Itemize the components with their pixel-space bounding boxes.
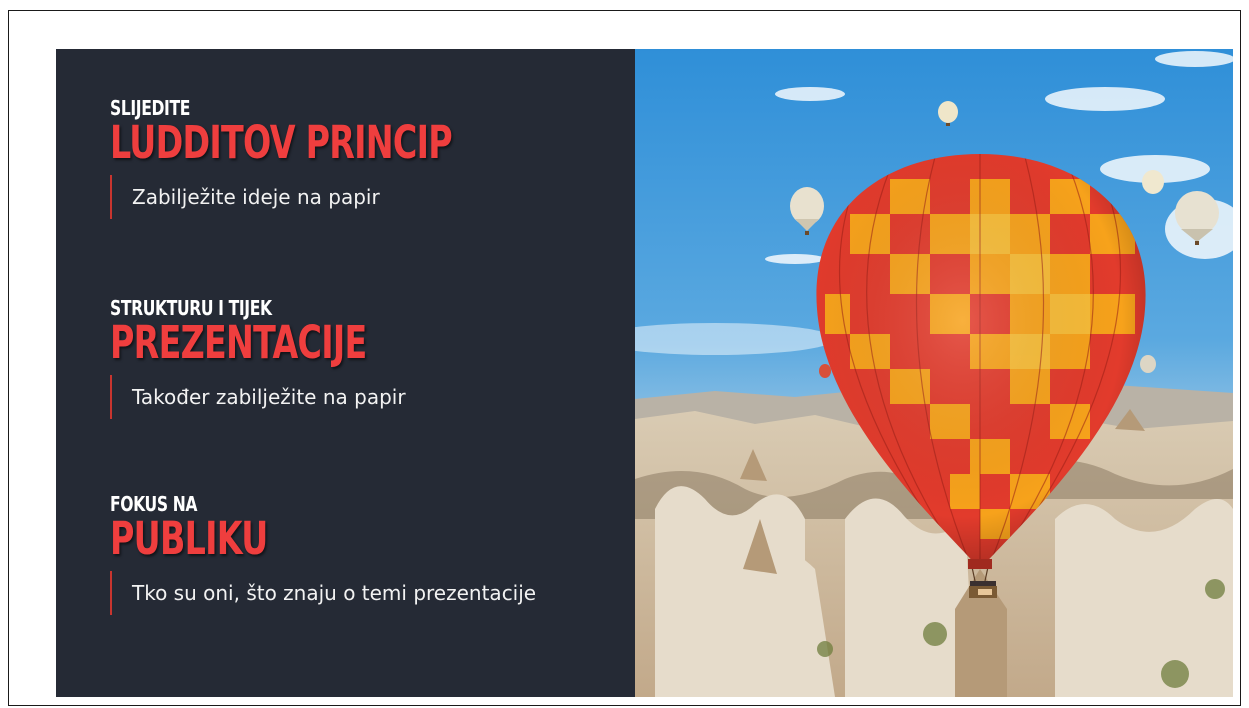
slide: SLIJEDITE LUDDITOV PRINCIP Zabilježite i… xyxy=(56,49,1233,697)
balloon-photo xyxy=(635,49,1233,697)
section-note: Zabilježite ideje na papir xyxy=(110,175,572,219)
section-note-text: Zabilježite ideje na papir xyxy=(132,185,380,209)
section-audience: FOKUS NA PUBLIKU Tko su oni, što znaju o… xyxy=(110,493,536,615)
accent-bar xyxy=(110,375,112,419)
section-note-text: Tko su oni, što znaju o temi prezentacij… xyxy=(132,581,537,605)
section-structure: STRUKTURU I TIJEK PREZENTACIJE Također z… xyxy=(110,297,457,419)
text-panel: SLIJEDITE LUDDITOV PRINCIP Zabilježite i… xyxy=(56,49,635,697)
section-headline: PUBLIKU xyxy=(110,512,268,565)
section-note: Tko su oni, što znaju o temi prezentacij… xyxy=(110,571,536,615)
section-headline: PREZENTACIJE xyxy=(110,316,367,369)
accent-bar xyxy=(110,175,112,219)
section-headline: LUDDITOV PRINCIP xyxy=(110,116,453,169)
slide-frame: SLIJEDITE LUDDITOV PRINCIP Zabilježite i… xyxy=(8,10,1241,706)
section-note: Također zabilježite na papir xyxy=(110,375,457,419)
accent-bar xyxy=(110,571,112,615)
section-luddite: SLIJEDITE LUDDITOV PRINCIP Zabilježite i… xyxy=(110,97,572,219)
section-note-text: Također zabilježite na papir xyxy=(132,385,406,409)
